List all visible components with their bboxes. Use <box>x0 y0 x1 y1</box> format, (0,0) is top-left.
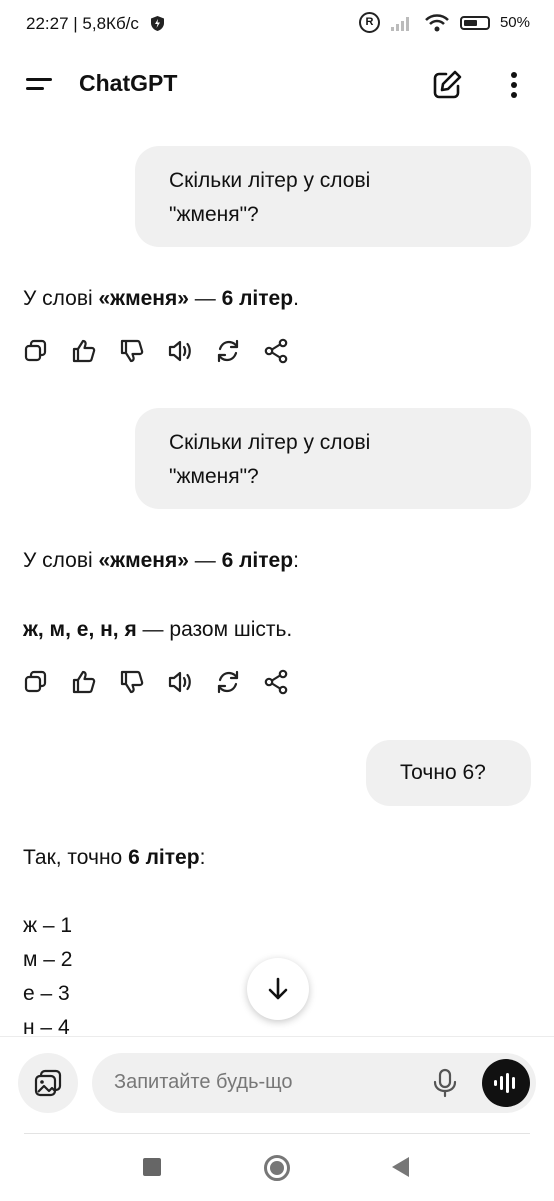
resp-text: — разом шість. <box>136 618 293 641</box>
more-options-icon[interactable] <box>500 68 528 102</box>
resp-count: 6 літер <box>221 549 294 572</box>
thumbs-up-icon[interactable] <box>70 337 98 365</box>
resp-text: : <box>199 846 206 869</box>
status-icons: R 50% <box>358 12 530 33</box>
user-message: Скільки літер у слові "жменя"? <box>135 408 531 509</box>
letter-list-item: ж – 1 <box>23 914 73 937</box>
attach-image-button[interactable] <box>18 1053 78 1113</box>
resp-text: — <box>188 287 222 310</box>
resp-text: . <box>293 287 299 310</box>
message-input[interactable]: Запитайте будь-що <box>92 1053 536 1113</box>
assistant-message: У слові «жменя» — 6 літер. <box>23 282 299 316</box>
assistant-message-line: ж, м, е, н, я — разом шість. <box>23 613 292 647</box>
signal-icon <box>390 16 409 31</box>
resp-text: У слові <box>23 549 99 572</box>
message-actions <box>22 668 302 698</box>
letter-list: ж – 1 м – 2 е – 3 н – 4 <box>23 909 72 1045</box>
resp-count: 6 літер <box>221 287 294 310</box>
copy-icon[interactable] <box>22 668 50 696</box>
recents-button[interactable] <box>143 1158 161 1176</box>
read-aloud-icon[interactable] <box>166 668 194 696</box>
regenerate-icon[interactable] <box>214 668 242 696</box>
assistant-message: У слові «жменя» — 6 літер: <box>23 544 299 578</box>
app-title: ChatGPT <box>79 70 178 96</box>
thumbs-up-icon[interactable] <box>70 668 98 696</box>
voice-waveform-icon <box>494 1073 515 1093</box>
resp-word: «жменя» <box>98 549 189 572</box>
divider <box>24 1133 530 1134</box>
composer-area: Запитайте будь-що <box>0 1036 554 1201</box>
letter-list-item: е – 3 <box>23 982 70 1005</box>
wifi-icon <box>425 13 449 31</box>
resp-letters: ж, м, е, н, я <box>23 618 137 641</box>
image-gallery-icon <box>34 1069 62 1097</box>
resp-text: : <box>293 549 299 572</box>
scroll-to-bottom-button[interactable] <box>247 958 309 1020</box>
assistant-message: Так, точно 6 літер: <box>23 841 205 875</box>
thumbs-down-icon[interactable] <box>118 668 146 696</box>
user-message: Точно 6? <box>366 740 531 806</box>
app-bar: ChatGPT <box>0 56 554 112</box>
resp-word: «жменя» <box>98 287 189 310</box>
status-bar: 22:27 | 5,8Кб/с R 50% <box>0 0 554 48</box>
user-message: Скільки літер у слові "жменя"? <box>135 146 531 247</box>
share-icon[interactable] <box>262 337 290 365</box>
share-icon[interactable] <box>262 668 290 696</box>
voice-mode-button[interactable] <box>482 1059 530 1107</box>
message-input-placeholder: Запитайте будь-що <box>114 1071 293 1093</box>
user-message-line: Точно 6? <box>400 761 486 784</box>
user-message-line: "жменя"? <box>169 203 259 226</box>
battery-icon <box>459 15 490 30</box>
home-button[interactable] <box>264 1155 290 1181</box>
copy-icon[interactable] <box>22 337 50 365</box>
letter-list-item: м – 2 <box>23 948 73 971</box>
battery-level: 50% <box>499 14 530 31</box>
arrow-down-icon <box>268 977 288 1000</box>
regenerate-icon[interactable] <box>214 337 242 365</box>
back-button[interactable] <box>392 1157 409 1177</box>
new-chat-icon[interactable] <box>430 68 464 102</box>
microphone-icon[interactable] <box>430 1067 460 1099</box>
shield-icon <box>151 16 164 31</box>
menu-icon[interactable] <box>26 72 56 96</box>
resp-text: — <box>188 549 222 572</box>
thumbs-down-icon[interactable] <box>118 337 146 365</box>
system-navigation-bar <box>0 1149 554 1189</box>
user-message-line: Скільки літер у слові <box>169 431 371 454</box>
user-message-line: Скільки літер у слові <box>169 169 371 192</box>
read-aloud-icon[interactable] <box>166 337 194 365</box>
registered-icon: R <box>358 12 380 33</box>
status-time: 22:27 | 5,8Кб/с <box>26 14 139 33</box>
message-actions <box>22 337 302 367</box>
resp-text: У слові <box>23 287 99 310</box>
resp-count: 6 літер <box>128 846 200 869</box>
user-message-line: "жменя"? <box>169 465 259 488</box>
resp-text: Так, точно <box>23 846 129 869</box>
